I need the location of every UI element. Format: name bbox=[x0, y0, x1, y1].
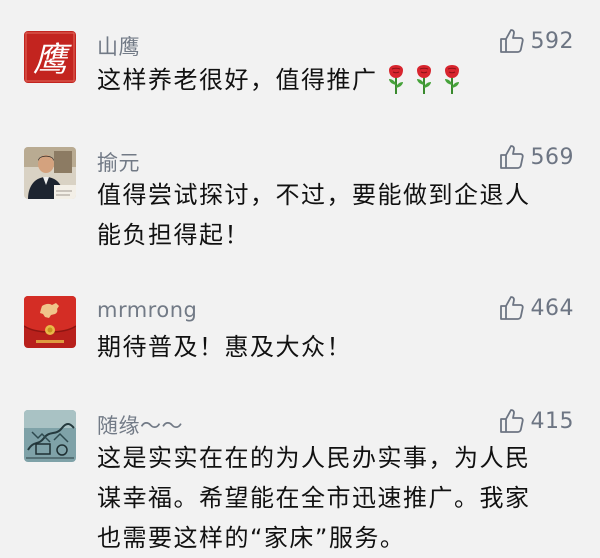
like-count: 415 bbox=[530, 408, 574, 434]
like-button[interactable]: 592 bbox=[499, 28, 575, 54]
comment-text: 值得尝试探讨，不过，要能做到企退人 能负担得起！ bbox=[97, 175, 577, 255]
thumbs-up-icon bbox=[499, 145, 524, 169]
username[interactable]: 揄元 bbox=[97, 147, 140, 177]
comment-line: 谋幸福。希望能在全市迅速推广。我家 bbox=[97, 484, 531, 512]
rose-emoji bbox=[414, 65, 434, 107]
comment-line: 也需要这样的“家床”服务。 bbox=[97, 524, 406, 552]
comment-item: 随缘～～ 415 这是实实在在的为人民办实事，为人民 谋幸福。希望能在全市迅速推… bbox=[0, 400, 600, 556]
username[interactable]: mrmrong bbox=[97, 298, 197, 322]
rose-emoji bbox=[386, 65, 406, 107]
like-count: 569 bbox=[530, 144, 574, 170]
svg-text:鹰: 鹰 bbox=[33, 40, 72, 80]
like-count: 464 bbox=[530, 295, 574, 321]
eagle-calligraphy-avatar: 鹰 bbox=[24, 31, 76, 83]
thumbs-up-icon bbox=[499, 409, 524, 433]
avatar[interactable] bbox=[24, 147, 76, 199]
comment-line: 这样养老很好，值得推广 bbox=[97, 66, 378, 94]
like-count: 592 bbox=[530, 28, 574, 54]
comment-item: mrmrong 464 期待普及！惠及大众！ bbox=[0, 280, 600, 400]
comment-text: 这样养老很好，值得推广 bbox=[97, 60, 577, 107]
comment-text: 这是实实在在的为人民办实事，为人民 谋幸福。希望能在全市迅速推广。我家 也需要这… bbox=[97, 438, 577, 558]
username[interactable]: 随缘～～ bbox=[97, 410, 183, 440]
rose-emoji bbox=[442, 65, 462, 107]
comment-item: 揄元 569 值得尝试探讨，不过，要能做到企退人 能负担得起！ bbox=[0, 120, 600, 280]
username[interactable]: 山鹰 bbox=[97, 31, 140, 61]
avatar[interactable] bbox=[24, 410, 76, 462]
sketch-drawing-avatar bbox=[24, 410, 76, 462]
like-button[interactable]: 569 bbox=[499, 144, 575, 170]
man-portrait-avatar bbox=[24, 147, 76, 199]
red-envelope-avatar bbox=[24, 296, 76, 348]
avatar[interactable] bbox=[24, 296, 76, 348]
avatar[interactable]: 鹰 bbox=[24, 31, 76, 83]
comment-line: 期待普及！惠及大众！ bbox=[97, 333, 352, 361]
comment-item: 鹰 山鹰 592 这样养老很好，值得推广 bbox=[0, 0, 600, 120]
comment-line: 值得尝试探讨，不过，要能做到企退人 bbox=[97, 181, 531, 209]
comment-line: 这是实实在在的为人民办实事，为人民 bbox=[97, 444, 531, 472]
thumbs-up-icon bbox=[499, 296, 524, 320]
like-button[interactable]: 464 bbox=[499, 295, 575, 321]
comment-line: 能负担得起！ bbox=[97, 221, 250, 249]
like-button[interactable]: 415 bbox=[499, 408, 575, 434]
thumbs-up-icon bbox=[499, 29, 524, 53]
comment-text: 期待普及！惠及大众！ bbox=[97, 327, 577, 367]
